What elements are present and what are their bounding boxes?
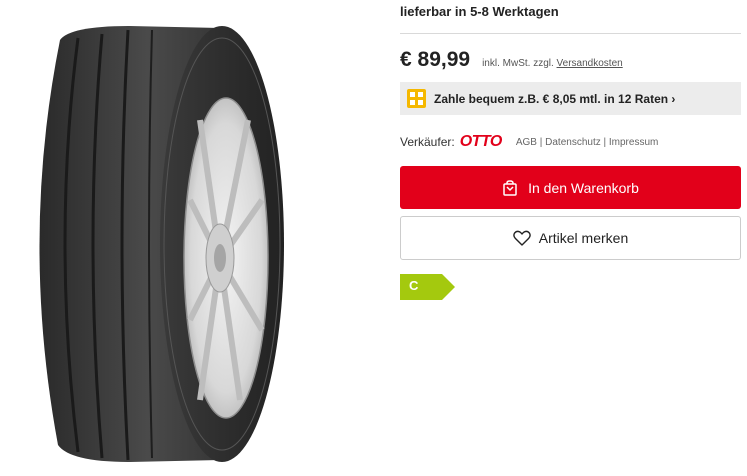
wishlist-label: Artikel merken bbox=[538, 230, 629, 246]
seller-row: Verkäufer: OTTO AGB | Datenschutz | Impr… bbox=[400, 133, 658, 151]
wishlist-button[interactable]: Artikel merken bbox=[400, 216, 741, 260]
add-to-cart-button[interactable]: In den Warenkorb bbox=[400, 166, 741, 209]
tax-note: inkl. MwSt. zzgl. bbox=[482, 58, 557, 69]
seller-label: Verkäufer: bbox=[400, 135, 455, 149]
price-note: inkl. MwSt. zzgl. Versandkosten bbox=[482, 58, 623, 69]
tire-image bbox=[39, 26, 284, 462]
privacy-link[interactable]: Datenschutz bbox=[545, 137, 601, 148]
link-separator: | bbox=[536, 136, 546, 148]
price-row: € 89,99 inkl. MwSt. zzgl. Versandkosten bbox=[400, 48, 623, 72]
delivery-info: lieferbar in 5-8 Werktagen bbox=[400, 4, 559, 19]
heart-icon bbox=[512, 230, 531, 246]
shopping-bag-icon bbox=[503, 179, 517, 196]
product-image-tire[interactable] bbox=[0, 0, 300, 471]
price: € 89,99 bbox=[400, 48, 471, 71]
seller-logo-otto[interactable]: OTTO bbox=[460, 133, 503, 151]
energy-label-badge[interactable]: C bbox=[400, 274, 456, 300]
agb-link[interactable]: AGB bbox=[516, 137, 537, 148]
installment-text: Zahle bequem z.B. € 8,05 mtl. in 12 Rate… bbox=[434, 91, 676, 106]
installment-banner[interactable]: Zahle bequem z.B. € 8,05 mtl. in 12 Rate… bbox=[400, 82, 741, 115]
divider bbox=[400, 33, 741, 34]
add-to-cart-label: In den Warenkorb bbox=[528, 179, 639, 196]
installment-icon bbox=[407, 89, 426, 108]
seller-links: AGB | Datenschutz | Impressum bbox=[516, 137, 658, 148]
energy-class: C bbox=[409, 278, 419, 293]
imprint-link[interactable]: Impressum bbox=[609, 137, 658, 148]
shipping-cost-link[interactable]: Versandkosten bbox=[557, 58, 623, 69]
link-separator: | bbox=[600, 136, 609, 148]
